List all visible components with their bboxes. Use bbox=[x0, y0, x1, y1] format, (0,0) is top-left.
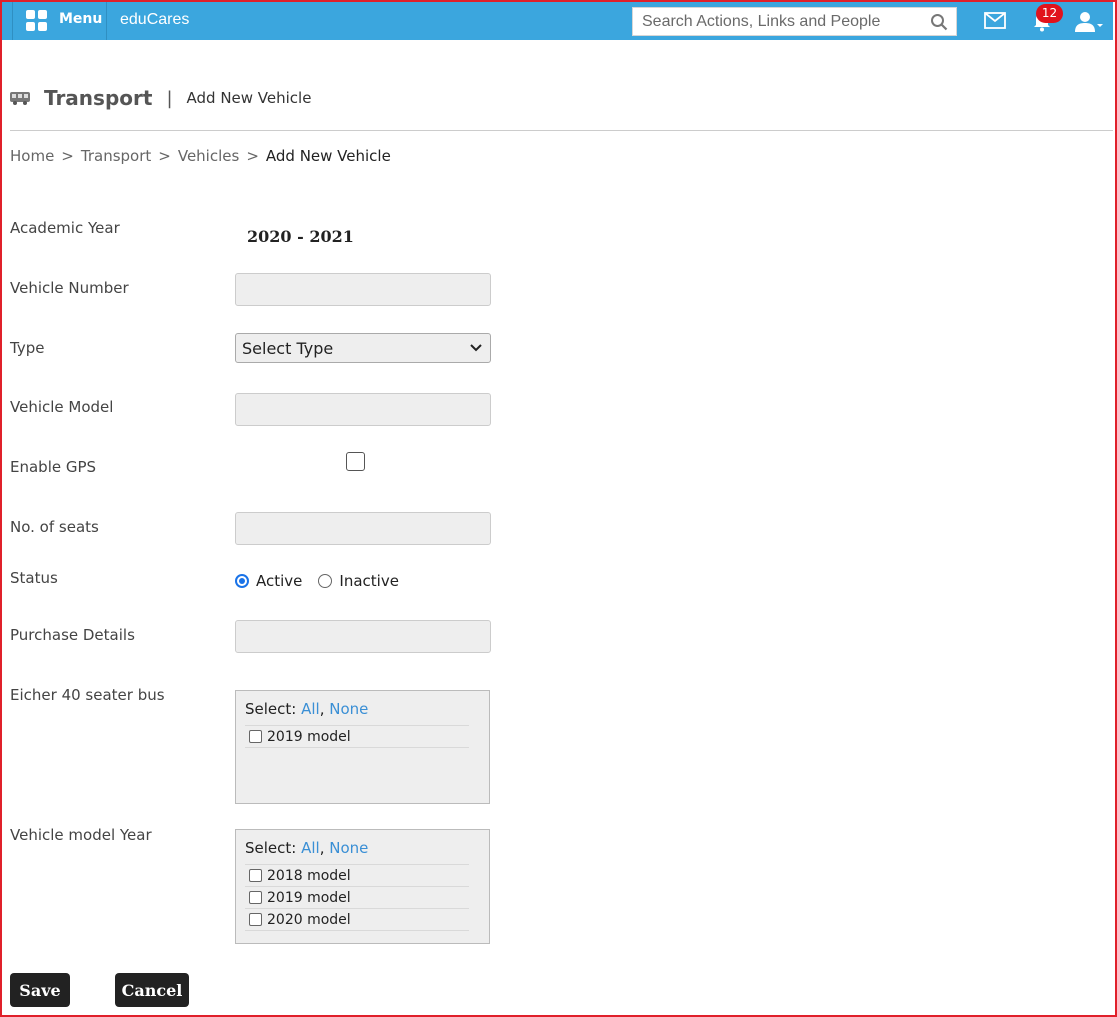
breadcrumb: Home > Transport > Vehicles > Add New Vehicle bbox=[10, 147, 391, 165]
status-radio-group: Active Inactive bbox=[235, 572, 415, 590]
status-inactive-radio[interactable] bbox=[318, 574, 333, 588]
eicher-bus-label: Eicher 40 seater bus bbox=[10, 686, 165, 704]
user-icon[interactable] bbox=[1074, 11, 1104, 33]
type-select-value: Select Type bbox=[242, 339, 334, 358]
option-checkbox[interactable] bbox=[249, 913, 262, 926]
vehicle-model-year-multiselect: Select: All, None 2018 model 2019 model … bbox=[235, 829, 490, 944]
select-none-link[interactable]: None bbox=[329, 700, 368, 718]
list-item[interactable]: 2018 model bbox=[245, 865, 469, 887]
multiselect-header: Select: All, None bbox=[245, 839, 469, 865]
breadcrumb-current: Add New Vehicle bbox=[265, 147, 391, 165]
mail-icon[interactable] bbox=[984, 12, 1006, 29]
eicher-bus-multiselect: Select: All, None 2019 model bbox=[235, 690, 490, 804]
search-icon[interactable] bbox=[930, 13, 948, 31]
status-active-radio[interactable] bbox=[235, 574, 249, 588]
save-button[interactable]: Save bbox=[10, 973, 70, 1007]
vehicle-model-field bbox=[235, 393, 491, 426]
option-label: 2019 model bbox=[267, 728, 351, 745]
breadcrumb-home[interactable]: Home bbox=[10, 147, 54, 165]
option-checkbox[interactable] bbox=[249, 891, 262, 904]
top-navbar: Menu eduCares 12 bbox=[2, 2, 1113, 40]
purchase-details-input[interactable] bbox=[236, 621, 490, 652]
page-header: Transport | Add New Vehicle bbox=[10, 84, 311, 112]
select-text: Select: bbox=[245, 700, 297, 718]
enable-gps-checkbox[interactable] bbox=[346, 452, 365, 471]
title-separator: | bbox=[166, 87, 173, 109]
status-active-label: Active bbox=[256, 572, 303, 590]
vehicle-number-label: Vehicle Number bbox=[10, 279, 129, 297]
vehicle-number-input[interactable] bbox=[236, 274, 490, 305]
academic-year-value: 2020 - 2021 bbox=[247, 227, 354, 246]
list-item[interactable]: 2019 model bbox=[245, 726, 469, 748]
bus-icon bbox=[10, 92, 30, 105]
menu-button[interactable]: Menu bbox=[12, 2, 107, 40]
seats-field bbox=[235, 512, 491, 545]
type-select[interactable]: Select Type bbox=[235, 333, 491, 363]
option-checkbox[interactable] bbox=[249, 730, 262, 743]
vehicle-model-year-label: Vehicle model Year bbox=[10, 826, 152, 844]
purchase-details-label: Purchase Details bbox=[10, 626, 135, 644]
breadcrumb-vehicles[interactable]: Vehicles bbox=[178, 147, 239, 165]
page-title: Transport bbox=[44, 86, 153, 110]
option-label: 2018 model bbox=[267, 867, 351, 884]
vehicle-model-label: Vehicle Model bbox=[10, 398, 114, 416]
purchase-details-field bbox=[235, 620, 491, 653]
select-all-link[interactable]: All bbox=[301, 839, 320, 857]
select-none-link[interactable]: None bbox=[329, 839, 368, 857]
select-text: Select: bbox=[245, 839, 297, 857]
option-label: 2020 model bbox=[267, 911, 351, 928]
brand-name[interactable]: eduCares bbox=[120, 11, 189, 29]
cancel-button[interactable]: Cancel bbox=[115, 973, 189, 1007]
chevron-down-icon bbox=[470, 344, 482, 352]
multiselect-header: Select: All, None bbox=[245, 700, 469, 726]
grid-icon bbox=[26, 10, 48, 32]
page-subtitle: Add New Vehicle bbox=[186, 89, 312, 107]
academic-year-label: Academic Year bbox=[10, 219, 120, 237]
seats-input[interactable] bbox=[236, 513, 490, 544]
enable-gps-label: Enable GPS bbox=[10, 458, 97, 476]
vehicle-number-field bbox=[235, 273, 491, 306]
vehicle-model-input[interactable] bbox=[236, 394, 490, 425]
menu-label: Menu bbox=[59, 11, 103, 27]
list-item[interactable]: 2020 model bbox=[245, 909, 469, 931]
search-input[interactable] bbox=[633, 8, 923, 35]
breadcrumb-transport[interactable]: Transport bbox=[81, 147, 151, 165]
option-checkbox[interactable] bbox=[249, 869, 262, 882]
type-label: Type bbox=[10, 339, 45, 357]
search-box bbox=[632, 7, 957, 36]
header-divider bbox=[10, 130, 1113, 131]
option-label: 2019 model bbox=[267, 889, 351, 906]
status-inactive-label: Inactive bbox=[339, 572, 399, 590]
select-all-link[interactable]: All bbox=[301, 700, 320, 718]
list-item[interactable]: 2019 model bbox=[245, 887, 469, 909]
status-label: Status bbox=[10, 569, 58, 587]
seats-label: No. of seats bbox=[10, 518, 99, 536]
notification-badge: 12 bbox=[1036, 4, 1063, 23]
